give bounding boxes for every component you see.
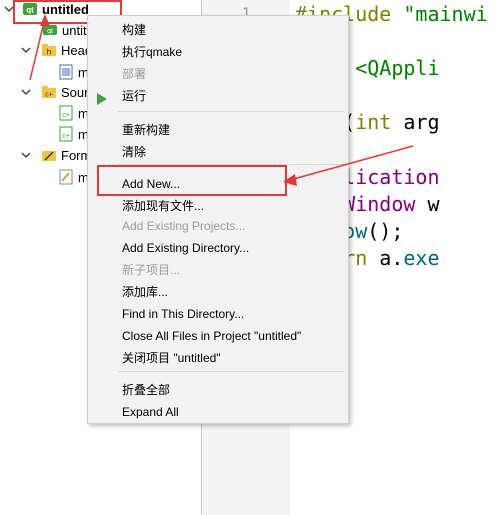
svg-text:c+: c+	[62, 133, 70, 140]
pro-file-icon: qt	[42, 22, 58, 38]
tree-item-headers[interactable]: h Head	[20, 39, 92, 61]
svg-text:c+: c+	[45, 92, 53, 99]
code-token: exe	[403, 246, 440, 270]
menu-item-0[interactable]: 构建	[122, 20, 146, 40]
code-token: arg	[403, 110, 440, 134]
tree-item-form-file[interactable]: m	[58, 166, 89, 188]
tree-item-source-file[interactable]: c+ m	[58, 102, 89, 124]
menu-item-10: 新子项目...	[122, 263, 181, 277]
cpp-file-icon: c+	[58, 105, 74, 121]
tree-item-pro-file[interactable]: qt untit	[42, 19, 87, 41]
form-folder-icon	[41, 147, 57, 163]
code-token: "mainwi	[403, 2, 488, 26]
code-token: int	[355, 110, 404, 134]
menu-item-12[interactable]: Find in This Directory...	[122, 304, 244, 324]
context-menu: 构建 执行qmake 部署 运行 重新构建 清除 Add New... 添加现有文件... Ad…	[87, 15, 349, 424]
code-token: ();	[367, 219, 404, 243]
menu-item-16[interactable]: Expand All	[122, 402, 179, 422]
menu-item-14[interactable]: 关闭项目 "untitled"	[122, 348, 221, 368]
menu-item-7[interactable]: 添加现有文件...	[122, 196, 204, 216]
run-icon	[96, 93, 108, 105]
menu-separator	[118, 371, 344, 372]
chevron-down-icon[interactable]	[20, 44, 32, 56]
tree-item-label: untit	[62, 22, 87, 38]
svg-text:qt: qt	[47, 28, 53, 35]
menu-item-11[interactable]: 添加库...	[122, 282, 168, 302]
menu-item-13[interactable]: Close All Files in Project "untitled"	[122, 326, 301, 346]
menu-separator	[118, 111, 344, 112]
svg-text:c+: c+	[62, 112, 70, 119]
tree-item-header-file[interactable]: m	[58, 61, 89, 83]
header-file-icon	[58, 64, 74, 80]
menu-item-8: Add Existing Projects...	[122, 219, 246, 233]
chevron-down-icon[interactable]	[20, 86, 32, 98]
tree-item-sources[interactable]: c+ Sourc	[20, 81, 95, 103]
menu-item-4[interactable]: 重新构建	[122, 120, 170, 140]
ui-file-icon	[58, 169, 74, 185]
svg-text:h: h	[47, 48, 51, 57]
tree-item-forms[interactable]: Form	[20, 144, 91, 166]
tree-item-source-file[interactable]: c+ m	[58, 123, 89, 145]
menu-item-5[interactable]: 清除	[122, 142, 146, 162]
menu-item-15[interactable]: 折叠全部	[122, 380, 170, 400]
annotation-box-add-new	[97, 165, 287, 196]
cpp-file-icon: c+	[58, 126, 74, 142]
code-token: <QAppli	[355, 56, 440, 80]
chevron-down-icon[interactable]	[20, 149, 32, 161]
code-token: w	[427, 192, 440, 216]
source-folder-icon: c+	[41, 84, 57, 100]
menu-item-3[interactable]: 运行	[122, 86, 146, 106]
menu-item-9[interactable]: Add Existing Directory...	[122, 238, 249, 258]
header-folder-icon: h	[41, 42, 57, 58]
code-token: a.	[379, 246, 404, 270]
menu-item-2: 部署	[122, 67, 147, 81]
menu-item-1[interactable]: 执行qmake	[122, 42, 182, 62]
